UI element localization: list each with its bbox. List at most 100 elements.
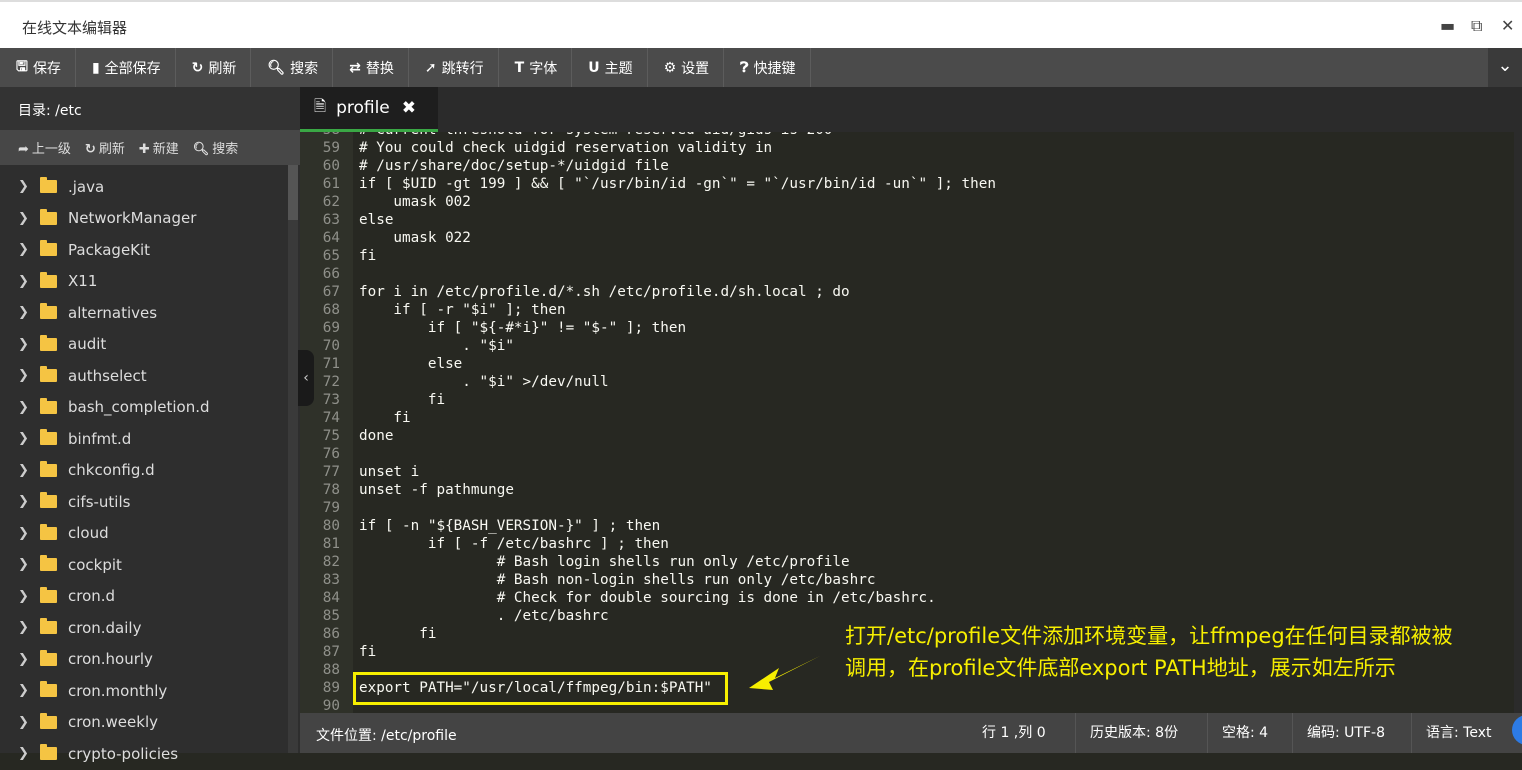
tree-item[interactable]: ❯ authselect (0, 360, 288, 392)
chevron-right-icon[interactable]: ❯ (18, 494, 36, 509)
toolbar-button-3[interactable]: 🔍︎ 搜索 (251, 48, 334, 87)
toolbar-button-9[interactable]: ❓︎ 快捷键 (724, 48, 811, 87)
line-text: umask 022 (359, 230, 471, 246)
chevron-right-icon[interactable]: ❯ (18, 652, 36, 667)
toolbar-button-7[interactable]: U 主题 (572, 48, 648, 87)
line-text: . /etc/bashrc (359, 608, 609, 624)
sidebar-action-3[interactable]: 🔍︎ 搜索 (193, 138, 239, 157)
close-tab-icon[interactable]: ✖ (402, 98, 416, 118)
code-line: 63 else (300, 211, 1500, 229)
chevron-right-icon[interactable]: ❯ (18, 368, 36, 383)
toolbar-button-6[interactable]: T 字体 (499, 48, 573, 87)
tree-item[interactable]: ❯ cron.monthly (0, 675, 288, 707)
chevron-right-icon[interactable]: ❯ (18, 305, 36, 320)
folder-name: cifs-utils (68, 492, 131, 511)
folder-name: cron.weekly (68, 713, 158, 732)
folder-name: binfmt.d (68, 429, 132, 448)
history-versions[interactable]: 历史版本: 8份 (1075, 713, 1192, 753)
tree-item[interactable]: ❯ bash_completion.d (0, 392, 288, 424)
tree-item[interactable]: ❯ alternatives (0, 297, 288, 329)
chevron-right-icon[interactable]: ❯ (18, 683, 36, 698)
chevron-right-icon[interactable]: ❯ (18, 337, 36, 352)
folder-name: cloud (68, 524, 109, 543)
chevron-right-icon[interactable]: ❯ (18, 526, 36, 541)
toolbar-button-2[interactable]: ↻ 刷新 (176, 48, 252, 87)
code-line: 64 umask 022 (300, 229, 1500, 247)
code-line: 61 if [ $UID -gt 199 ] && [ "`/usr/bin/id… (300, 175, 1500, 193)
scrollbar-thumb[interactable] (288, 165, 298, 220)
chevron-right-icon[interactable]: ❯ (18, 715, 36, 730)
tree-item[interactable]: ❯ cifs-utils (0, 486, 288, 518)
tree-item[interactable]: ❯ cron.hourly (0, 644, 288, 676)
tree-item[interactable]: ❯ cron.d (0, 581, 288, 613)
tree-item[interactable]: ❯ PackageKit (0, 234, 288, 266)
tab-profile[interactable]: 🗎 profile ✖ (300, 87, 438, 132)
file-tree: ❯ .java ❯ NetworkManager ❯ PackageKit ❯ X11 ❯ alt… (0, 171, 288, 770)
toolbar-label: 保存 (32, 60, 61, 77)
toolbar-button-5[interactable]: ➚ 跳转行 (409, 48, 499, 87)
line-text: . "$i" (359, 338, 514, 354)
encoding[interactable]: 编码: UTF-8 (1292, 713, 1399, 753)
chevron-right-icon[interactable]: ❯ (18, 400, 36, 415)
code-line: 65 fi (300, 247, 1500, 265)
line-number: 89 (322, 680, 340, 696)
toolbar-button-1[interactable]: ▮ 全部保存 (76, 48, 176, 87)
code-line: 73 fi (300, 391, 1500, 409)
folder-name: bash_completion.d (68, 398, 210, 417)
chevron-down-icon[interactable]: ⌄ (1488, 48, 1522, 87)
tree-item[interactable]: ❯ X11 (0, 266, 288, 298)
line-text: if [ -n "${BASH_VERSION-}" ] ; then (359, 518, 661, 534)
line-text: fi (359, 248, 377, 264)
collapse-sidebar-button[interactable]: ‹ (298, 350, 314, 406)
close-icon[interactable]: ✕ (1501, 16, 1514, 35)
code-line: 77 unset i (300, 463, 1500, 481)
file-sidebar: 目录: /etc ➦ 上一级 ↻ 刷新 ✚ 新建 🔍︎ 搜索 ❯ .java ❯ NetworkMa… (0, 87, 300, 763)
line-text: # You could check uidgid reservation val… (359, 140, 773, 156)
tree-item[interactable]: ❯ cloud (0, 518, 288, 550)
maximize-icon[interactable]: ⧉ (1471, 16, 1482, 36)
toolbar-button-4[interactable]: ⇄ 替换 (333, 48, 409, 87)
folder-icon (40, 397, 57, 414)
chevron-right-icon[interactable]: ❯ (18, 746, 36, 761)
chevron-right-icon[interactable]: ❯ (18, 242, 36, 257)
sidebar-action-0[interactable]: ➦ 上一级 (18, 138, 71, 157)
chevron-right-icon[interactable]: ❯ (18, 211, 36, 226)
action-icon: 🔍︎ (192, 142, 210, 157)
tree-item[interactable]: ❯ chkconfig.d (0, 455, 288, 487)
code-line: 66 (300, 265, 1500, 283)
action-icon: ✚ (138, 142, 150, 157)
code-line: 70 . "$i" (300, 337, 1500, 355)
folder-icon (40, 555, 57, 572)
tree-item[interactable]: ❯ audit (0, 329, 288, 361)
chevron-right-icon[interactable]: ❯ (18, 179, 36, 194)
line-number: 59 (322, 140, 340, 156)
tree-item[interactable]: ❯ .java (0, 171, 288, 203)
chevron-right-icon[interactable]: ❯ (18, 463, 36, 478)
toolbar-button-0[interactable]: 🖫 保存 (0, 48, 76, 87)
chevron-right-icon[interactable]: ❯ (18, 431, 36, 446)
tree-item[interactable]: ❯ NetworkManager (0, 203, 288, 235)
minimize-icon[interactable]: ▬ (1440, 16, 1455, 35)
toolbar-label: 搜索 (290, 60, 319, 77)
toolbar-button-8[interactable]: ⚙ 设置 (648, 48, 725, 87)
tree-item[interactable]: ❯ cron.weekly (0, 707, 288, 739)
action-icon: ➦ (18, 142, 29, 157)
chevron-right-icon[interactable]: ❯ (18, 557, 36, 572)
tree-item[interactable]: ❯ cockpit (0, 549, 288, 581)
chevron-right-icon[interactable]: ❯ (18, 589, 36, 604)
gear-icon: ⚙ (663, 59, 677, 76)
chevron-right-icon[interactable]: ❯ (18, 274, 36, 289)
indent-setting[interactable]: 空格: 4 (1207, 713, 1282, 753)
sidebar-action-2[interactable]: ✚ 新建 (139, 138, 179, 157)
language[interactable]: 语言: Text (1411, 713, 1505, 753)
tree-item[interactable]: ❯ cron.daily (0, 612, 288, 644)
sidebar-scrollbar[interactable] (288, 165, 298, 753)
sidebar-action-1[interactable]: ↻ 刷新 (85, 138, 125, 157)
tab-bar: 🗎 profile ✖ (300, 87, 1522, 132)
folder-name: cockpit (68, 555, 122, 574)
line-number: 69 (322, 320, 340, 336)
tree-item[interactable]: ❯ binfmt.d (0, 423, 288, 455)
pin-icon: ➚ (424, 59, 437, 76)
chevron-right-icon[interactable]: ❯ (18, 620, 36, 635)
tree-item[interactable]: ❯ crypto-policies (0, 738, 288, 770)
